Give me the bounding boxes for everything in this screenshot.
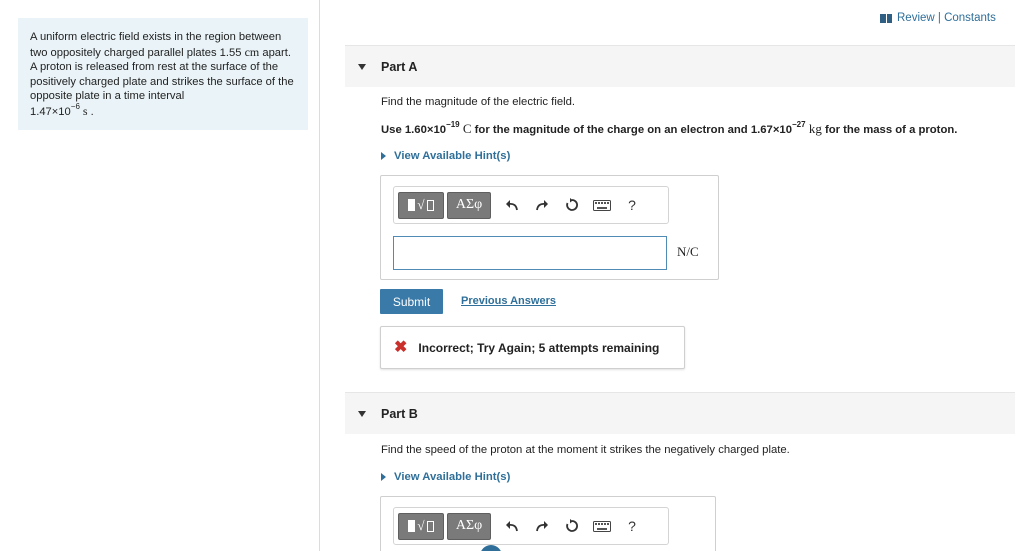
part-b-hint-label: View Available Hint(s) — [394, 471, 511, 483]
templates-button[interactable]: √ — [398, 512, 444, 540]
help-button[interactable]: ? — [617, 513, 647, 540]
part-a-equation-toolbar: √ ΑΣφ ? — [393, 186, 669, 224]
given-text-1: Use 1.60×10 — [381, 124, 447, 136]
intro-period: . — [87, 105, 94, 118]
given-exponent-2: −27 — [791, 120, 806, 130]
intro-time-unit: s — [79, 103, 88, 118]
undo-icon — [506, 521, 518, 532]
part-a-hint-label: View Available Hint(s) — [394, 150, 511, 162]
sqrt-icon: √ — [417, 197, 425, 212]
review-constants-link[interactable]: Review | Constants — [880, 12, 996, 24]
keyboard-button[interactable] — [587, 192, 617, 219]
feedback-incorrect: ✖ Incorrect; Try Again; 5 attempts remai… — [380, 326, 685, 369]
problem-statement: A uniform electric field exists in the r… — [18, 18, 308, 130]
given-text-3: for the mass of a proton. — [821, 124, 958, 136]
given-unit-kg: kg — [805, 121, 822, 136]
part-a-given: Use 1.60×10−19 C for the magnitude of th… — [381, 121, 957, 137]
previous-answers-link[interactable]: Previous Answers — [461, 295, 556, 307]
undo-button[interactable] — [497, 192, 527, 219]
part-a-label: Part A — [381, 59, 418, 74]
part-a-unit-label: N/C — [677, 244, 699, 259]
part-b-equation-toolbar: √ ΑΣφ ? — [393, 507, 669, 545]
redo-icon — [536, 200, 548, 211]
caret-down-icon — [358, 63, 366, 70]
intro-unit-cm: cm — [244, 44, 260, 59]
template-block-icon — [408, 520, 416, 532]
problem-panel: A uniform electric field exists in the r… — [0, 0, 320, 551]
template-box-icon — [426, 199, 434, 211]
keyboard-icon — [593, 520, 611, 532]
part-b-label: Part B — [381, 406, 418, 421]
given-exponent-1: −19 — [446, 120, 460, 130]
reset-button[interactable] — [557, 192, 587, 219]
caret-right-icon — [381, 152, 386, 160]
reset-icon — [566, 519, 578, 532]
redo-button[interactable] — [527, 192, 557, 219]
part-b-header[interactable]: Part B — [345, 392, 1015, 434]
help-button[interactable]: ? — [617, 192, 647, 219]
part-b-answer-box: √ ΑΣφ ? — [380, 496, 716, 551]
book-icon — [880, 13, 892, 23]
part-a-answer-input[interactable] — [393, 236, 667, 270]
undo-button[interactable] — [497, 513, 527, 540]
greek-symbols-button[interactable]: ΑΣφ — [447, 512, 491, 540]
redo-button[interactable] — [527, 513, 557, 540]
intro-time-exponent: −6 — [70, 102, 80, 112]
template-block-icon — [408, 199, 416, 211]
part-a-header[interactable]: Part A — [345, 45, 1015, 87]
part-a-answer-box: √ ΑΣφ ? N/C — [380, 175, 719, 280]
reset-button[interactable] — [557, 513, 587, 540]
given-text-2: for the magnitude of the charge on an el… — [471, 124, 792, 136]
sqrt-icon: √ — [417, 518, 425, 533]
greek-symbols-button[interactable]: ΑΣφ — [447, 191, 491, 219]
template-box-icon — [426, 520, 434, 532]
templates-button[interactable]: √ — [398, 191, 444, 219]
intro-time-value: 1.47×10 — [30, 105, 71, 118]
reset-icon — [566, 198, 578, 211]
keyboard-button[interactable] — [587, 513, 617, 540]
part-b-question: Find the speed of the proton at the mome… — [381, 444, 790, 456]
review-constants-label: Review | Constants — [897, 12, 996, 24]
keyboard-icon — [593, 199, 611, 211]
caret-right-icon — [381, 473, 386, 481]
caret-down-icon — [358, 410, 366, 417]
undo-icon — [506, 200, 518, 211]
incorrect-x-icon: ✖ — [394, 338, 408, 356]
submit-button[interactable]: Submit — [380, 289, 443, 314]
given-unit-c: C — [459, 121, 472, 136]
feedback-message: Incorrect; Try Again; 5 attempts remaini… — [418, 340, 660, 355]
part-b-hint-toggle[interactable]: View Available Hint(s) — [381, 471, 510, 483]
part-a-hint-toggle[interactable]: View Available Hint(s) — [381, 150, 510, 162]
intro-text-1: A uniform electric field exists in the r… — [30, 31, 282, 59]
part-a-question: Find the magnitude of the electric field… — [381, 96, 576, 108]
redo-icon — [536, 521, 548, 532]
